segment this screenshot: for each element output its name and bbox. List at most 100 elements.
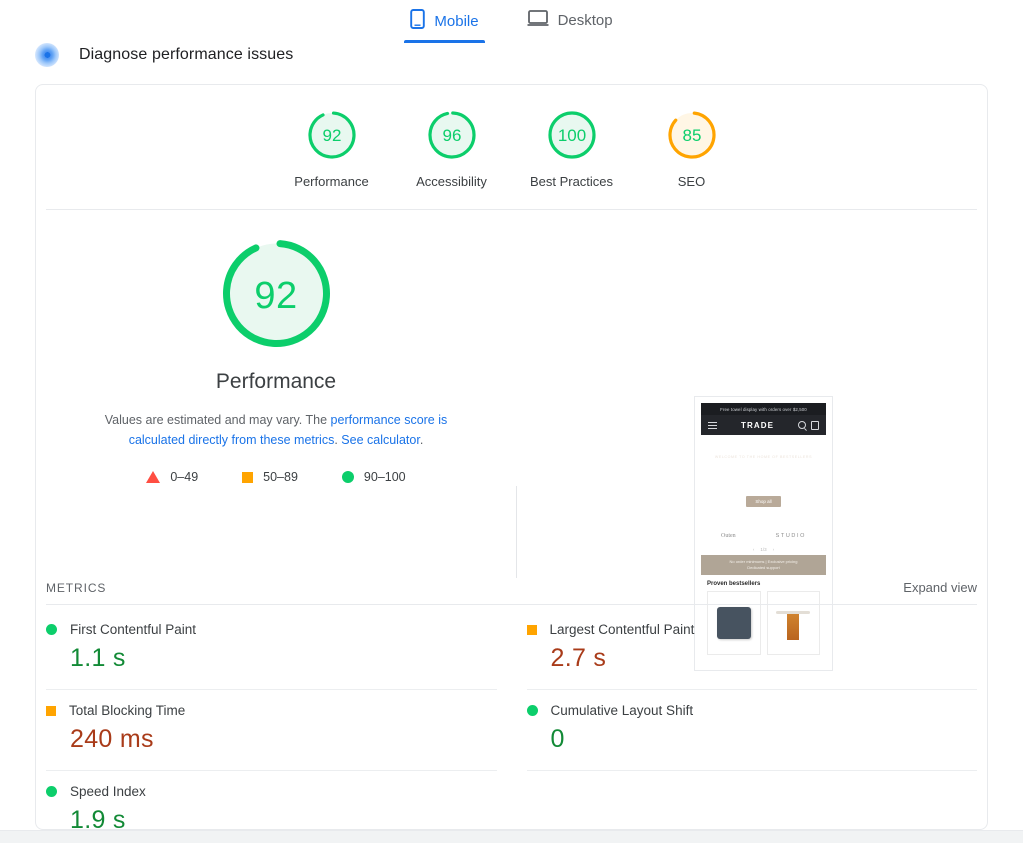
metric-largest-contentful-paint[interactable]: Largest Contentful Paint 2.7 s [526, 609, 978, 690]
gauge-ring-best-practices: 100 [547, 111, 596, 159]
gauge-label-best-practices: Best Practices [529, 174, 614, 189]
thumb-strip-line-2: Dedicated support [747, 565, 780, 570]
thumb-logo-right: STUDIO [775, 532, 807, 539]
page-title: Diagnose performance issues [79, 46, 294, 63]
metrics-title: METRICS [46, 580, 107, 595]
gauge-ring-accessibility: 96 [427, 111, 476, 159]
search-icon [798, 421, 806, 429]
metric-name: Largest Contentful Paint [549, 622, 695, 637]
description-text-1: Values are estimated and may vary. The [104, 413, 331, 427]
diagnose-header: Diagnose performance issues [35, 42, 293, 68]
performance-hero: 92 Performance Values are estimated and … [36, 210, 987, 671]
thumb-hero-subtitle: WELCOME TO THE HOME OF BESTSELLERS [714, 455, 813, 459]
pager-prev-icon: ‹ [752, 547, 755, 552]
metric-head: Largest Contentful Paint [526, 622, 978, 637]
legend-range-pass: 90–100 [363, 470, 406, 484]
legend-range-average: 50–89 [263, 470, 298, 484]
thumb-carousel-pager: ‹ 1/3 › [701, 544, 826, 555]
gauge-best-practices[interactable]: 100 Best Practices [512, 107, 632, 189]
legend-item-pass: 90–100 [341, 470, 406, 484]
pagespeed-insights-report: Mobile Desktop Diagnose performance issu… [0, 0, 1023, 843]
metric-speed-index[interactable]: Speed Index 1.9 s [46, 771, 497, 830]
metric-value: 1.9 s [70, 806, 126, 830]
metric-empty-slot [527, 771, 978, 829]
circle-pass-icon [341, 471, 354, 483]
next-section-band [0, 830, 1023, 843]
expand-view-button[interactable]: Expand view [903, 580, 977, 595]
gauge-label-performance: Performance [294, 174, 369, 189]
legend-item-fail: 0–49 [146, 470, 198, 484]
gauge-value-accessibility: 96 [442, 126, 461, 145]
thumb-value-strip: No order minimums | Exclusive pricing De… [701, 555, 826, 575]
thumb-promo-banner: Free towel display with orders over $2,5… [701, 403, 826, 415]
metric-value: 2.7 s [550, 644, 607, 672]
device-tabs: Mobile Desktop [0, 0, 1023, 43]
metric-name: Total Blocking Time [69, 703, 186, 718]
big-gauge-value: 92 [254, 274, 298, 317]
thumb-hero-title: Industry-leading home goods [712, 464, 815, 487]
report-card: 92 Performance 96 Accessibility 100 Best… [35, 84, 988, 830]
category-score-gauges: 92 Performance 96 Accessibility 100 Best… [36, 85, 987, 189]
metrics-header: METRICS Expand view [46, 580, 977, 605]
metric-name: First Contentful Paint [70, 622, 197, 637]
gauge-seo[interactable]: 85 SEO [632, 107, 752, 189]
tab-desktop-label: Desktop [557, 11, 613, 29]
desktop-monitor-icon [527, 9, 549, 31]
vertical-divider [516, 486, 517, 578]
score-legend: 0–49 50–89 90–100 [146, 470, 406, 484]
circle-pass-icon [46, 624, 57, 635]
circle-pass-icon [46, 786, 57, 797]
description-text-3: . [419, 433, 424, 447]
metric-cumulative-layout-shift[interactable]: Cumulative Layout Shift 0 [526, 690, 978, 771]
tab-mobile-label: Mobile [434, 12, 479, 30]
gauge-value-seo: 85 [682, 126, 701, 145]
see-calculator-link[interactable]: See calculator [341, 433, 420, 447]
performance-summary: 92 Performance Values are estimated and … [36, 236, 516, 484]
gauge-value-performance: 92 [322, 126, 341, 145]
square-average-icon [526, 624, 537, 635]
performance-description: Values are estimated and may vary. The p… [76, 410, 476, 450]
pager-count: 1/3 [760, 547, 767, 552]
tab-mobile[interactable]: Mobile [404, 0, 485, 43]
gauge-performance[interactable]: 92 Performance [272, 107, 392, 189]
circle-pass-icon [526, 705, 538, 716]
legend-range-fail: 0–49 [170, 470, 199, 484]
thumb-shop-all-button: Shop all [746, 496, 781, 507]
square-average-icon [46, 705, 56, 716]
metric-value: 1.1 s [70, 644, 126, 672]
shopping-bag-icon [811, 420, 819, 430]
thumb-logo-left: Outen [720, 532, 736, 539]
mobile-phone-icon [410, 9, 426, 33]
metric-value: 240 ms [70, 725, 154, 753]
thumb-site-nav: TRADE [701, 415, 826, 435]
lighthouse-beam-icon [35, 43, 59, 67]
tab-desktop[interactable]: Desktop [521, 0, 619, 41]
legend-item-average: 50–89 [242, 470, 298, 484]
metric-head: Cumulative Layout Shift [526, 703, 978, 718]
thumb-nav-icons [798, 420, 819, 430]
metric-head: First Contentful Paint [46, 622, 497, 637]
gauge-value-best-practices: 100 [557, 126, 585, 145]
active-tab-underline [404, 40, 485, 43]
gauge-accessibility[interactable]: 96 Accessibility [392, 107, 512, 189]
gauge-label-seo: SEO [677, 174, 706, 189]
metric-total-blocking-time[interactable]: Total Blocking Time 240 ms [46, 690, 497, 771]
pager-next-icon: › [772, 547, 775, 552]
metric-name: Cumulative Layout Shift [550, 703, 694, 718]
thumb-brand-name: TRADE [740, 420, 775, 430]
metric-first-contentful-paint[interactable]: First Contentful Paint 1.1 s [46, 609, 497, 690]
metrics-grid: First Contentful Paint 1.1 s Largest Con… [46, 609, 978, 830]
metric-head: Total Blocking Time [46, 703, 497, 718]
gauge-ring-seo: 85 [667, 111, 716, 159]
thumb-brand-logos: Outen STUDIO [701, 527, 826, 544]
triangle-fail-icon [146, 471, 161, 483]
gauge-ring-performance: 92 [307, 111, 356, 159]
metric-name: Speed Index [70, 784, 146, 799]
metric-value: 0 [550, 725, 565, 753]
metric-head: Speed Index [46, 784, 497, 799]
square-average-icon [242, 471, 254, 483]
hamburger-menu-icon [708, 421, 717, 429]
big-gauge: 92 [219, 236, 334, 356]
thumb-hero-banner: WELCOME TO THE HOME OF BESTSELLERS Indus… [701, 435, 826, 527]
gauge-label-accessibility: Accessibility [416, 174, 487, 189]
